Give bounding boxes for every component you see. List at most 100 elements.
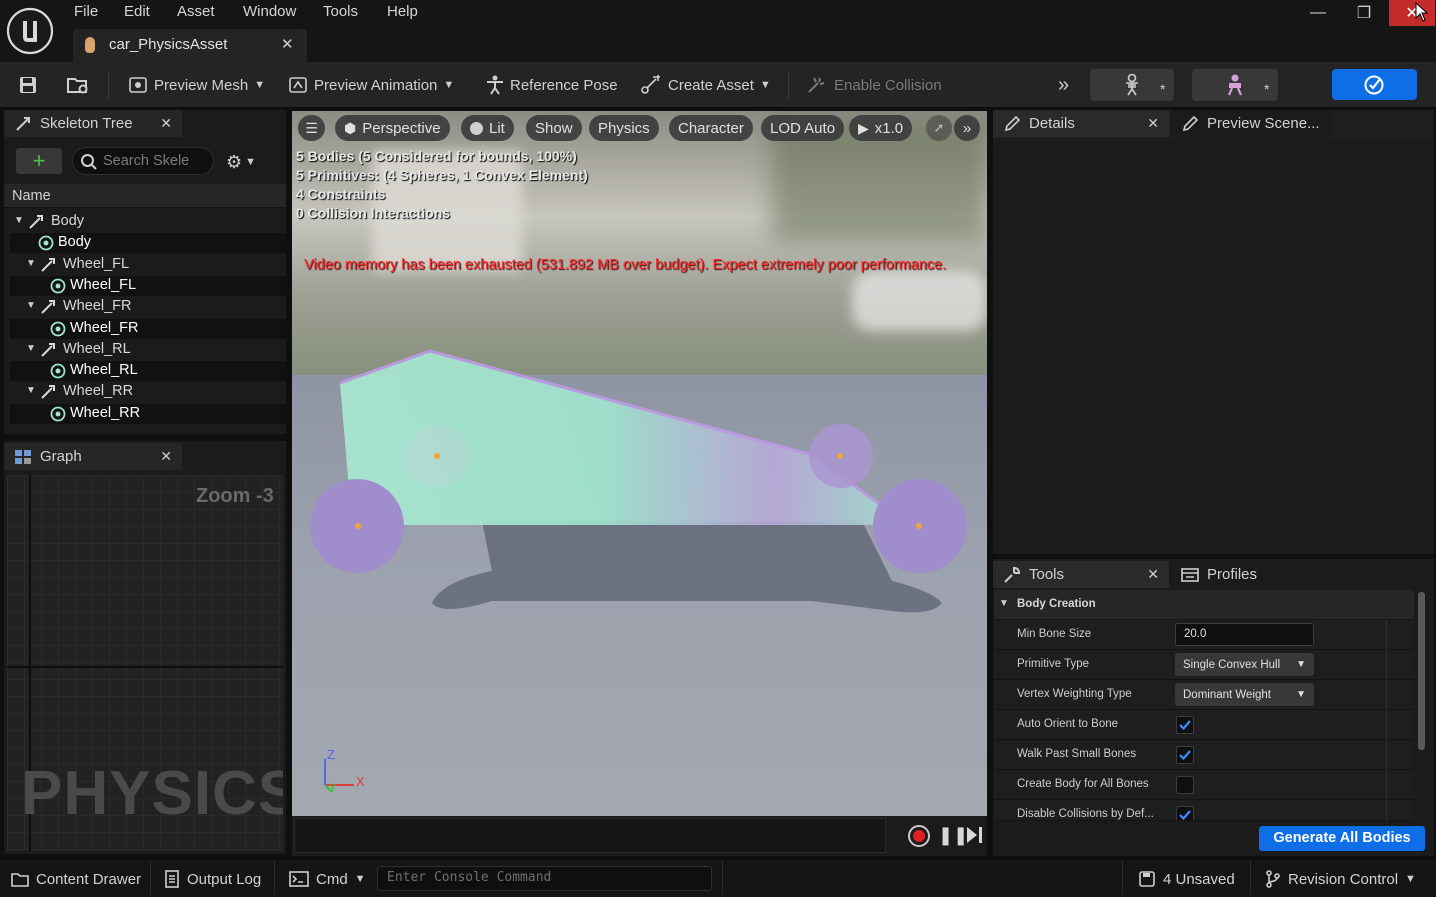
reference-pose-button[interactable]: Reference Pose (480, 70, 624, 100)
menu-window[interactable]: Window (243, 3, 296, 23)
search-input[interactable]: Search Skele (72, 147, 214, 175)
reference-pose-label: Reference Pose (510, 76, 618, 94)
graph-tab[interactable]: Graph ✕ (4, 443, 182, 470)
graph-panel: Graph ✕ Zoom -3 PHYSICS (4, 441, 286, 854)
perspective-label: Perspective (362, 119, 441, 137)
pencil-icon (1004, 115, 1021, 131)
expand-arrow-icon[interactable]: ▼ (26, 343, 36, 354)
tree-item-bone[interactable]: ▼ Wheel_FR (10, 297, 286, 317)
checkmark-icon (1179, 750, 1191, 761)
profiles-tab[interactable]: Profiles (1171, 561, 1301, 588)
document-tab[interactable]: car_PhysicsAsset ✕ (73, 29, 307, 62)
revision-control-button[interactable]: Revision Control ▼ (1257, 865, 1424, 893)
primitive-type-dropdown[interactable]: Single Convex Hull ▼ (1175, 653, 1314, 676)
details-content (993, 139, 1434, 554)
toolbar-separator (788, 72, 789, 100)
physics-button[interactable]: Physics (589, 115, 659, 141)
cmd-dropdown[interactable]: Cmd ▼ (281, 865, 374, 893)
tree-item-body[interactable]: Wheel_RL (10, 361, 286, 382)
name-column-header[interactable]: Name (4, 184, 286, 208)
stat-primitives: 5 Primitives: (4 Spheres, 1 Convex Eleme… (296, 167, 588, 183)
physics-mode-button[interactable]: * (1192, 69, 1278, 101)
bone-icon (29, 215, 43, 229)
minimize-button[interactable]: — (1295, 0, 1341, 26)
tools-tab[interactable]: Tools ✕ (993, 561, 1169, 588)
disable-collisions-checkbox[interactable] (1176, 806, 1194, 820)
skeleton-tree-tab[interactable]: Skeleton Tree ✕ (4, 110, 182, 137)
output-log-button[interactable]: Output Log (156, 865, 269, 893)
expand-arrow-icon[interactable]: ▼ (26, 258, 36, 269)
create-all-checkbox[interactable] (1176, 776, 1194, 794)
console-command-input[interactable]: Enter Console Command (377, 866, 712, 891)
menu-help[interactable]: Help (387, 3, 418, 23)
walk-past-checkbox[interactable] (1176, 746, 1194, 764)
vertex-weighting-dropdown[interactable]: Dominant Weight ▼ (1175, 683, 1314, 706)
character-button[interactable]: Character (669, 115, 753, 141)
menu-edit[interactable]: Edit (124, 3, 150, 23)
browse-button[interactable] (60, 70, 96, 100)
profiles-icon (1181, 567, 1199, 582)
viewport-menu-button[interactable]: ☰ (298, 115, 325, 141)
create-asset-icon (641, 75, 660, 94)
live-coding-button[interactable] (1332, 69, 1417, 100)
generate-all-bodies-button[interactable]: Generate All Bodies (1259, 826, 1425, 851)
tree-item-body[interactable]: Wheel_RR (10, 403, 286, 424)
close-icon[interactable]: ✕ (1147, 566, 1159, 583)
viewport[interactable]: Z X Y ☰ ⬢ Perspective Lit Show Physics C… (292, 111, 987, 816)
tree-item-bone[interactable]: ▼ Wheel_FL (10, 255, 286, 275)
step-forward-button[interactable] (964, 826, 984, 844)
tree-item-bone[interactable]: ▼ Wheel_RL (10, 340, 286, 360)
tree-item-body[interactable]: Wheel_FL (10, 275, 286, 296)
vertex-weighting-row: Vertex Weighting Type Dominant Weight ▼ (994, 680, 1414, 710)
terminal-icon (289, 871, 309, 887)
expand-arrow-icon[interactable]: ▼ (26, 300, 36, 311)
record-button[interactable] (908, 825, 930, 847)
tree-settings-button[interactable]: ⚙ ▼ (226, 150, 268, 174)
lit-button[interactable]: Lit (461, 115, 514, 141)
create-all-row: Create Body for All Bones (994, 770, 1414, 800)
body-creation-section[interactable]: ▼ Body Creation (994, 590, 1414, 620)
unreal-logo-icon[interactable] (6, 7, 54, 55)
preview-mesh-button[interactable]: Preview Mesh ▼ (122, 70, 271, 100)
timeline-scrubber[interactable] (294, 818, 886, 853)
status-bar: Content Drawer Output Log Cmd ▼ Enter Co… (0, 858, 1436, 897)
tree-item-bone[interactable]: ▼ Wheel_RR (10, 382, 286, 402)
expand-arrow-icon[interactable]: ▼ (26, 385, 36, 396)
viewport-overflow-button[interactable]: » (954, 115, 980, 141)
axis-label-z: Z (327, 747, 335, 762)
expand-arrow-icon[interactable]: ▼ (14, 215, 24, 226)
toolbar-overflow-button[interactable]: » (1052, 70, 1075, 100)
close-icon[interactable]: ✕ (1147, 115, 1159, 132)
perspective-button[interactable]: ⬢ Perspective (335, 115, 450, 141)
tree-item-bone[interactable]: ▼ Body (10, 212, 286, 232)
menu-tools[interactable]: Tools (323, 3, 358, 23)
close-icon[interactable]: ✕ (160, 115, 172, 132)
statusbar-separator (150, 861, 151, 895)
preview-scene-tab[interactable]: Preview Scene... (1171, 110, 1331, 137)
skeleton-mode-button[interactable]: * (1090, 69, 1174, 101)
close-icon[interactable]: ✕ (160, 448, 172, 465)
save-button[interactable] (12, 70, 44, 100)
tools-scrollbar[interactable] (1418, 592, 1425, 750)
details-tab[interactable]: Details ✕ (993, 110, 1169, 137)
menu-file[interactable]: File (74, 3, 98, 23)
tree-item-body[interactable]: Body (10, 233, 286, 254)
playback-speed-button[interactable]: ▶ x1.0 (849, 115, 913, 141)
lod-button[interactable]: LOD Auto (761, 115, 845, 141)
graph-canvas[interactable]: Zoom -3 PHYSICS (7, 475, 283, 851)
content-drawer-button[interactable]: Content Drawer (3, 865, 149, 893)
restore-button[interactable]: ❐ (1341, 0, 1387, 26)
menu-asset[interactable]: Asset (177, 3, 215, 23)
preview-animation-button[interactable]: Preview Animation ▼ (282, 70, 460, 100)
show-button[interactable]: Show (526, 115, 582, 141)
tree-item-body[interactable]: Wheel_FR (10, 318, 286, 339)
create-asset-button[interactable]: Create Asset ▼ (634, 70, 777, 100)
min-bone-size-input[interactable]: 20.0 (1175, 623, 1314, 646)
document-tab-close-icon[interactable]: ✕ (281, 35, 294, 53)
select-mode-button[interactable]: ➚ (926, 115, 952, 141)
unsaved-button[interactable]: 4 Unsaved (1130, 865, 1243, 893)
auto-orient-checkbox[interactable] (1176, 716, 1194, 734)
add-button[interactable]: + (16, 148, 62, 174)
double-chevron-right-icon: » (962, 119, 972, 137)
enable-collision-button[interactable]: Enable Collision (800, 70, 948, 100)
